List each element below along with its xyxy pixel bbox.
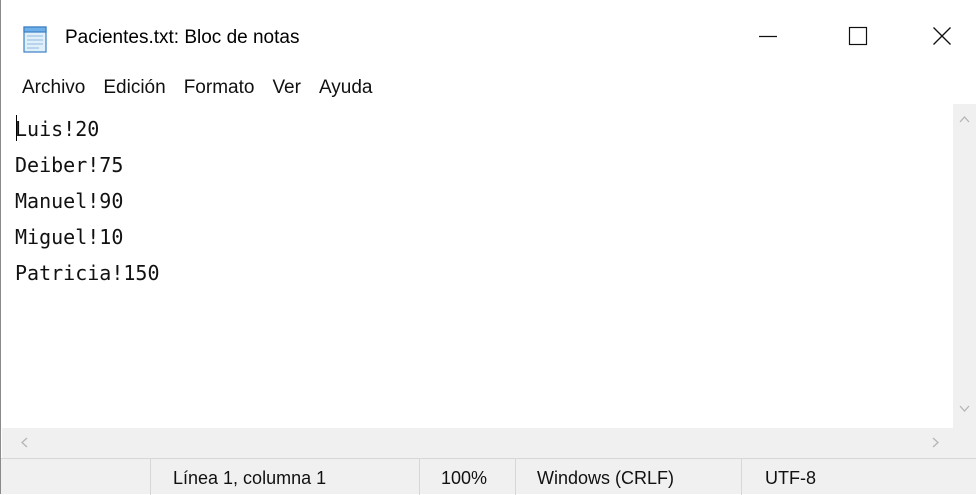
text-editor[interactable]: Luis!20 Deiber!75 Manuel!90 Miguel!10 Pa… bbox=[2, 104, 953, 428]
notepad-window: Pacientes.txt: Bloc de notas Archivo Edi… bbox=[0, 0, 976, 495]
scroll-right-arrow-icon[interactable] bbox=[932, 437, 940, 451]
maximize-button[interactable] bbox=[813, 0, 903, 72]
text-line[interactable]: Deiber!75 bbox=[15, 147, 160, 183]
close-icon bbox=[933, 27, 951, 45]
menu-edicion[interactable]: Edición bbox=[94, 74, 174, 102]
scroll-down-arrow-icon[interactable] bbox=[959, 402, 970, 416]
text-line[interactable]: Miguel!10 bbox=[15, 219, 160, 255]
menu-bar: Archivo Edición Formato Ver Ayuda bbox=[1, 72, 976, 104]
minimize-button[interactable] bbox=[723, 0, 813, 72]
notepad-icon bbox=[21, 23, 49, 53]
scroll-left-arrow-icon[interactable] bbox=[20, 437, 28, 451]
scrollbar-corner bbox=[953, 428, 976, 458]
menu-ayuda[interactable]: Ayuda bbox=[310, 74, 382, 102]
vertical-scrollbar[interactable] bbox=[953, 104, 976, 428]
close-button[interactable] bbox=[897, 0, 976, 72]
menu-ver[interactable]: Ver bbox=[263, 74, 310, 102]
zoom-level: 100% bbox=[441, 468, 488, 488]
editor-content[interactable]: Luis!20 Deiber!75 Manuel!90 Miguel!10 Pa… bbox=[15, 111, 160, 291]
text-line[interactable]: Manuel!90 bbox=[15, 183, 160, 219]
scroll-up-arrow-icon[interactable] bbox=[959, 112, 970, 126]
minimize-icon bbox=[759, 35, 777, 38]
text-caret bbox=[16, 115, 17, 141]
maximize-icon bbox=[848, 26, 868, 46]
menu-archivo[interactable]: Archivo bbox=[13, 74, 94, 102]
title-bar[interactable]: Pacientes.txt: Bloc de notas bbox=[1, 0, 976, 72]
encoding: UTF-8 bbox=[765, 468, 816, 488]
status-divider bbox=[150, 459, 151, 495]
text-line[interactable]: Luis!20 bbox=[15, 111, 160, 147]
status-bar: Línea 1, columna 1 100% Windows (CRLF) U… bbox=[1, 458, 976, 495]
status-divider bbox=[741, 459, 742, 495]
window-title: Pacientes.txt: Bloc de notas bbox=[65, 27, 300, 48]
status-divider bbox=[419, 459, 420, 495]
cursor-position: Línea 1, columna 1 bbox=[173, 468, 327, 488]
horizontal-scrollbar[interactable] bbox=[2, 428, 953, 458]
menu-formato[interactable]: Formato bbox=[175, 74, 264, 102]
text-line[interactable]: Patricia!150 bbox=[15, 255, 160, 291]
status-divider bbox=[515, 459, 516, 495]
line-ending: Windows (CRLF) bbox=[537, 468, 675, 488]
